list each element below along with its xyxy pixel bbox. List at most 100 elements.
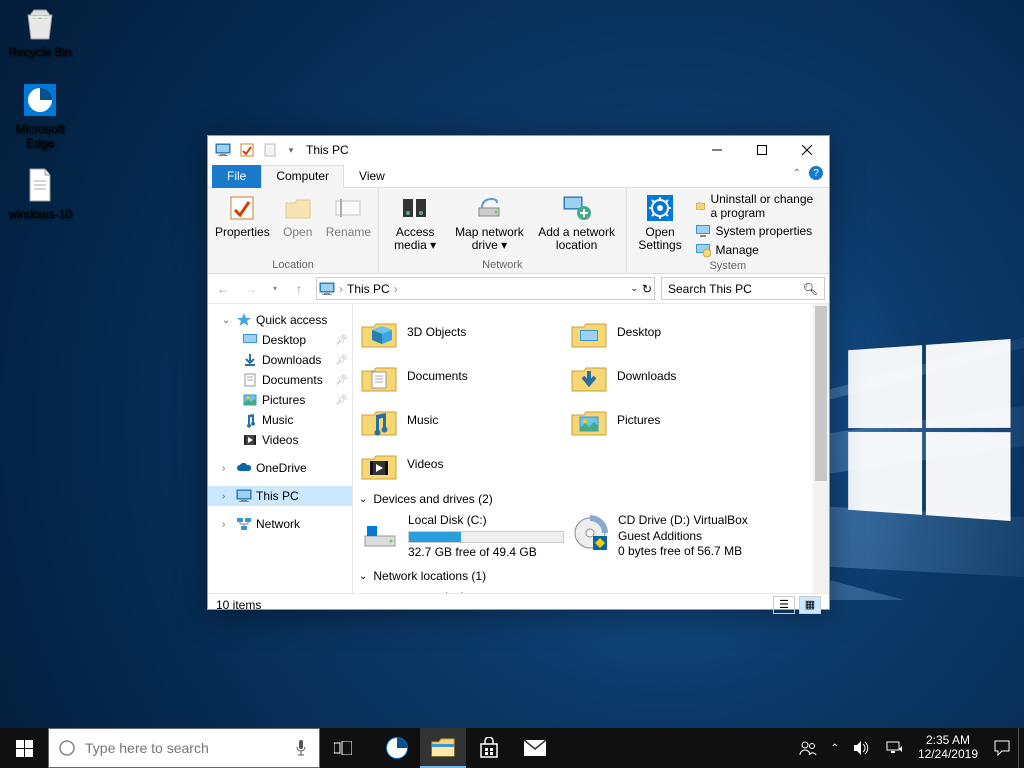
music-folder-icon	[359, 400, 399, 440]
addr-dropdown-icon[interactable]: ⌄	[630, 283, 638, 294]
taskbar-mail[interactable]	[512, 728, 558, 768]
nav-item-videos[interactable]: Videos	[208, 430, 352, 450]
tray-volume-icon[interactable]	[846, 728, 878, 768]
folder-downloads[interactable]: Downloads	[567, 354, 777, 398]
tray-clock[interactable]: 2:35 AM12/24/2019	[910, 728, 986, 768]
section-devices-drives[interactable]: ⌄Devices and drives (2)	[357, 486, 825, 510]
desktop-icon-recycle-bin[interactable]: Recycle Bin	[5, 3, 75, 59]
usage-bar	[408, 531, 564, 543]
network-icon	[236, 516, 252, 532]
drive-d[interactable]: CD Drive (D:) VirtualBox Guest Additions…	[567, 510, 777, 563]
documents-icon	[242, 372, 258, 388]
maximize-button[interactable]	[739, 136, 784, 164]
help-icon[interactable]: ?	[809, 166, 823, 180]
breadcrumb-sep-icon[interactable]: ›	[394, 282, 398, 296]
qat-properties-icon[interactable]	[236, 139, 258, 161]
edge-icon	[20, 80, 60, 120]
mic-icon[interactable]	[283, 739, 319, 757]
pictures-icon	[242, 392, 258, 408]
search-input[interactable]	[85, 740, 283, 756]
tab-file[interactable]: File	[212, 165, 261, 188]
status-bar: 10 items ☰ ▦	[208, 593, 829, 615]
nav-pane: ⌄Quick access Desktop📌︎ Downloads📌︎ Docu…	[208, 304, 353, 593]
videos-folder-icon	[359, 444, 399, 484]
taskbar-explorer[interactable]	[420, 728, 466, 768]
nav-recent-button[interactable]: ▾	[268, 278, 282, 300]
nav-thispc[interactable]: ›This PC	[208, 486, 352, 506]
folder-pictures[interactable]: Pictures	[567, 398, 777, 442]
nav-onedrive[interactable]: ›OneDrive	[208, 458, 352, 478]
ribbon-properties-button[interactable]: Properties	[212, 190, 273, 241]
ribbon: Properties Open Rename Location Access m…	[208, 187, 829, 274]
cd-drive-icon	[570, 513, 610, 553]
addr-refresh-icon[interactable]: ↻	[642, 282, 652, 296]
close-button[interactable]	[784, 136, 829, 164]
nav-quick-access[interactable]: ⌄Quick access	[208, 310, 352, 330]
folder-music[interactable]: Music	[357, 398, 567, 442]
tray-overflow-icon[interactable]: ⌃	[824, 728, 846, 768]
taskbar-search[interactable]	[48, 728, 320, 768]
thispc-icon[interactable]	[212, 139, 234, 161]
folder-desktop[interactable]: Desktop	[567, 310, 777, 354]
ribbon-open-button: Open	[275, 190, 321, 241]
text-file-icon	[20, 165, 60, 205]
ribbon-access-media-button[interactable]: Access media ▾	[383, 190, 447, 254]
desktop-icon-file[interactable]: windows-10	[5, 165, 75, 221]
ribbon-section-system: Open Settings Uninstall or change a prog…	[627, 188, 829, 273]
folder-videos[interactable]: Videos	[357, 442, 567, 486]
start-button[interactable]	[0, 728, 48, 768]
search-input[interactable]: Search This PC 🔍︎	[661, 277, 825, 300]
videos-icon	[242, 432, 258, 448]
nav-up-button[interactable]: ↑	[288, 278, 310, 300]
folder-3d-objects[interactable]: 3D Objects	[357, 310, 567, 354]
tray-people-icon[interactable]	[792, 728, 824, 768]
ribbon-manage-button[interactable]: Manage	[695, 242, 821, 258]
cortana-icon	[49, 739, 85, 757]
ribbon-system-properties-button[interactable]: System properties	[695, 223, 821, 239]
ribbon-section-location: Properties Open Rename Location	[208, 188, 379, 273]
nav-item-documents[interactable]: Documents📌︎	[208, 370, 352, 390]
breadcrumb-sep-icon[interactable]: ›	[339, 282, 343, 296]
show-desktop-button[interactable]	[1018, 728, 1024, 768]
tab-view[interactable]: View	[344, 165, 400, 188]
nav-back-button[interactable]: ←	[212, 278, 234, 300]
ribbon-open-settings-button[interactable]: Open Settings	[631, 190, 690, 254]
ribbon-add-location-button[interactable]: Add a network location	[532, 190, 622, 254]
nav-item-music[interactable]: Music	[208, 410, 352, 430]
titlebar[interactable]: ▾ This PC	[208, 136, 829, 164]
address-bar[interactable]: › This PC › ⌄ ↻	[316, 277, 655, 300]
desktop-icon-edge[interactable]: Microsoft Edge	[5, 80, 75, 150]
window-title: This PC	[306, 143, 349, 157]
ribbon-collapse-icon[interactable]: ⌃	[793, 168, 801, 179]
ribbon-map-drive-button[interactable]: Map network drive ▾	[449, 190, 529, 254]
ribbon-tabs: File Computer View ⌃ ?	[208, 164, 829, 187]
nav-item-downloads[interactable]: Downloads📌︎	[208, 350, 352, 370]
nav-item-desktop[interactable]: Desktop📌︎	[208, 330, 352, 350]
windows-icon	[16, 740, 33, 757]
drive-c[interactable]: Local Disk (C:)32.7 GB free of 49.4 GB	[357, 510, 567, 563]
breadcrumb-item[interactable]: This PC	[347, 282, 390, 296]
tab-computer[interactable]: Computer	[261, 165, 344, 188]
chevron-down-icon: ⌄	[359, 571, 367, 582]
ribbon-uninstall-button[interactable]: Uninstall or change a program	[695, 192, 821, 220]
nav-network[interactable]: ›Network	[208, 514, 352, 534]
view-large-button[interactable]: ▦	[799, 596, 821, 614]
nav-item-pictures[interactable]: Pictures📌︎	[208, 390, 352, 410]
qat-dropdown-icon[interactable]: ▾	[284, 139, 298, 161]
address-bar-row: ← → ▾ ↑ › This PC › ⌄↻ Search This PC 🔍︎	[208, 274, 829, 304]
section-network-locations[interactable]: ⌄Network locations (1)	[357, 563, 825, 587]
taskbar: ⌃ 2:35 AM12/24/2019	[0, 728, 1024, 768]
content-pane: 3D Objects Desktop Documents Downloads M…	[353, 304, 829, 593]
scrollbar[interactable]	[813, 304, 829, 593]
view-details-button[interactable]: ☰	[773, 596, 795, 614]
taskbar-store[interactable]	[466, 728, 512, 768]
minimize-button[interactable]	[694, 136, 739, 164]
task-view-button[interactable]	[320, 728, 366, 768]
folder-documents[interactable]: Documents	[357, 354, 567, 398]
qat-newfolder-icon[interactable]	[260, 139, 282, 161]
desktop-icon	[242, 332, 258, 348]
taskbar-edge[interactable]	[374, 728, 420, 768]
network-location[interactable]: ryzen-desktop	[357, 587, 567, 593]
tray-action-center-icon[interactable]	[986, 728, 1018, 768]
tray-network-icon[interactable]	[878, 728, 910, 768]
